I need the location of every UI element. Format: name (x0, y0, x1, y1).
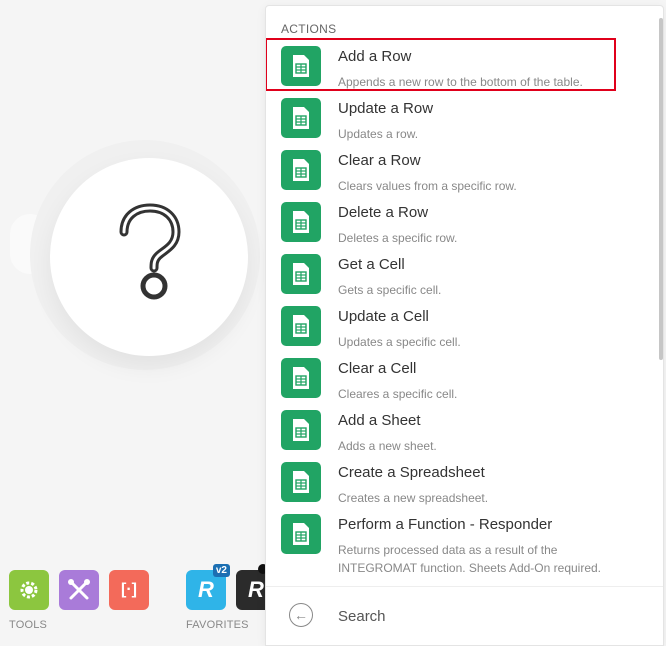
tools-label: TOOLS (9, 619, 48, 631)
action-title: Clear a Row (338, 152, 421, 169)
action-delete-row[interactable]: Delete a Row Deletes a specific row. (266, 195, 663, 247)
action-description: Creates a new spreadsheet. (338, 491, 489, 505)
tools-text-parser-button[interactable]: [·] (109, 570, 149, 610)
arrow-left-icon: ← (294, 607, 308, 623)
section-title: ACTIONS (281, 22, 337, 36)
action-title: Update a Row (338, 100, 434, 117)
action-clear-cell[interactable]: Clear a Cell Cleares a specific cell. (266, 351, 663, 403)
action-title: Perform a Function - Responder (338, 516, 553, 533)
tools-settings-button[interactable] (9, 570, 49, 610)
action-create-spreadsheet[interactable]: Create a Spreadsheet Creates a new sprea… (266, 455, 663, 507)
panel-footer: ← (266, 586, 663, 645)
action-description: Deletes a specific row. (338, 231, 458, 245)
actions-list: Add a Row Appends a new row to the botto… (266, 38, 663, 577)
gear-icon (20, 581, 38, 599)
action-title: Clear a Cell (338, 360, 417, 377)
action-description: Updates a row. (338, 127, 419, 141)
unknown-module[interactable] (50, 158, 248, 356)
action-get-cell[interactable]: Get a Cell Gets a specific cell. (266, 247, 663, 299)
google-sheets-icon (281, 202, 321, 242)
action-title: Add a Sheet (338, 412, 421, 429)
r-logo-icon: R (248, 577, 264, 602)
google-sheets-icon (281, 46, 321, 86)
google-sheets-icon (281, 462, 321, 502)
action-update-cell[interactable]: Update a Cell Updates a specific cell. (266, 299, 663, 351)
action-description: Gets a specific cell. (338, 283, 442, 297)
action-update-row[interactable]: Update a Row Updates a row. (266, 91, 663, 143)
action-add-row[interactable]: Add a Row Appends a new row to the botto… (266, 38, 663, 91)
action-description: Returns processed data as a result of th… (338, 543, 602, 575)
favorite-app-1-button[interactable]: R v2 (186, 564, 230, 610)
favorites-label: FAVORITES (186, 619, 249, 631)
google-sheets-icon (281, 150, 321, 190)
action-clear-row[interactable]: Clear a Row Clears values from a specifi… (266, 143, 663, 195)
google-sheets-icon (281, 98, 321, 138)
action-title: Get a Cell (338, 256, 405, 273)
google-sheets-icon (281, 358, 321, 398)
version-badge: v2 (212, 564, 230, 577)
action-description: Updates a specific cell. (338, 335, 461, 349)
action-title: Create a Spreadsheet (338, 464, 485, 481)
google-sheets-icon (281, 306, 321, 346)
action-title: Add a Row (338, 48, 412, 65)
actions-panel: ACTIONS Add a Row Appends a new row to t… (265, 5, 664, 646)
question-mark-icon (119, 203, 181, 300)
tools-flow-control-button[interactable] (59, 570, 99, 610)
action-title: Update a Cell (338, 308, 429, 325)
bracket-icon: [·] (121, 581, 137, 598)
action-perform-function-responder[interactable]: Perform a Function - Responder Returns p… (266, 507, 663, 577)
action-description: Clears values from a specific row. (338, 179, 517, 193)
r-logo-icon: R (198, 577, 214, 602)
action-description: Adds a new sheet. (338, 439, 437, 453)
google-sheets-icon (281, 514, 321, 554)
back-button[interactable]: ← (289, 603, 313, 627)
action-add-sheet[interactable]: Add a Sheet Adds a new sheet. (266, 403, 663, 455)
search-input[interactable] (336, 603, 640, 629)
google-sheets-icon (281, 254, 321, 294)
google-sheets-icon (281, 410, 321, 450)
action-title: Delete a Row (338, 204, 429, 221)
action-description: Cleares a specific cell. (338, 387, 458, 401)
wrench-cross-icon (68, 579, 90, 600)
action-description: Appends a new row to the bottom of the t… (338, 75, 583, 89)
scenario-canvas[interactable]: [·] R v2 R TOOLS FAVORITES ACTIONS Add a… (0, 0, 666, 646)
